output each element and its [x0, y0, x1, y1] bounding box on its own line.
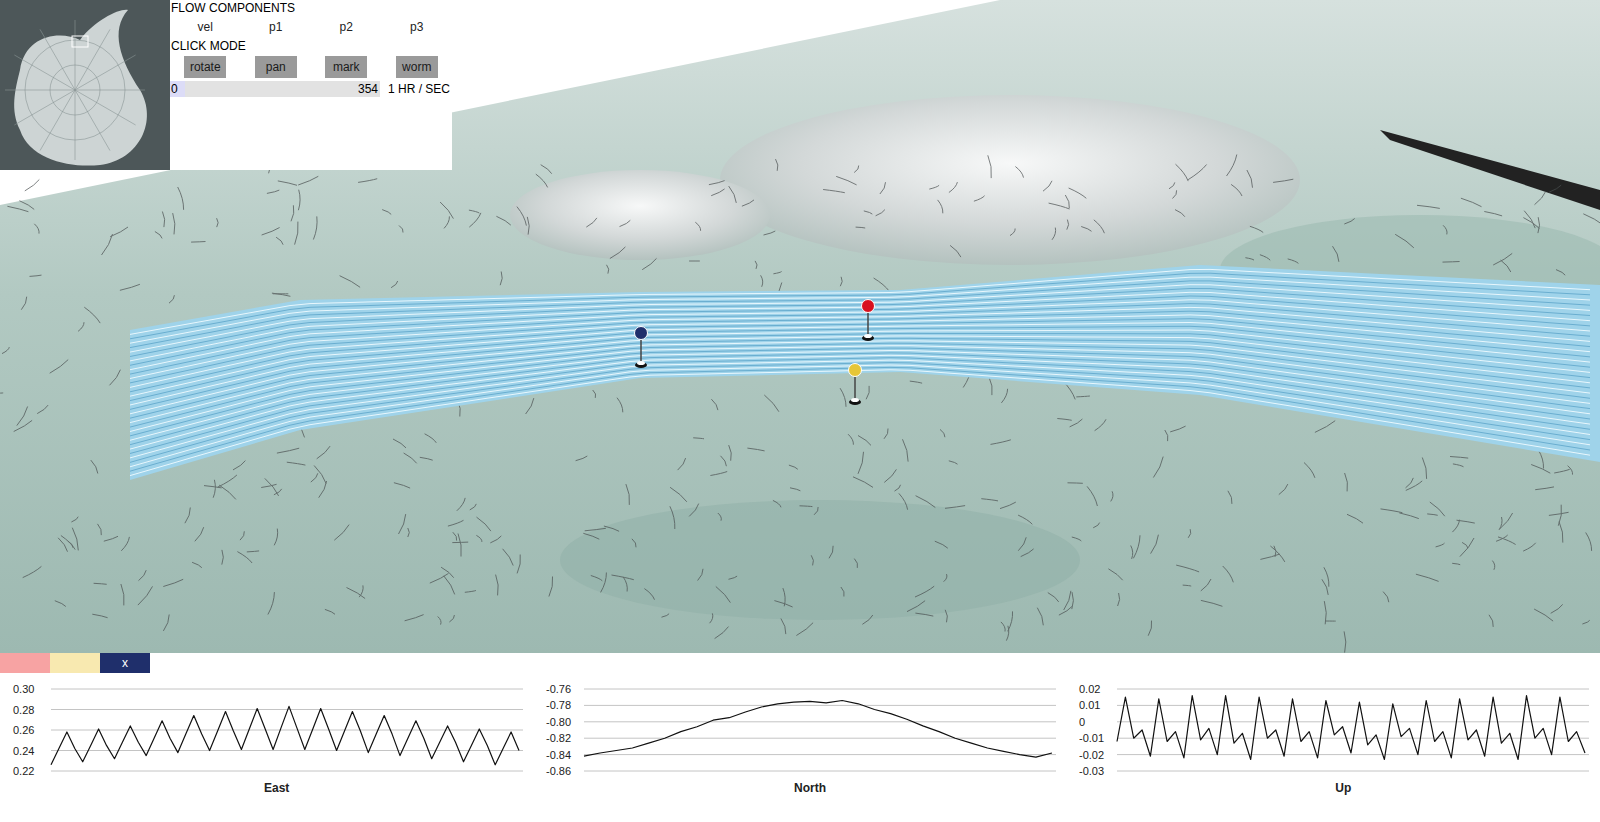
tick-label: 0.26	[13, 724, 34, 736]
marker-tab[interactable]	[0, 653, 50, 673]
chart: 0.02 0.01 0 -0.01 -0.02 -0.03 Up	[1077, 681, 1590, 797]
marker-tab[interactable]	[50, 653, 100, 673]
tick-label: 0.22	[13, 765, 34, 777]
tick-label: 0.24	[13, 745, 34, 757]
series-line	[1117, 696, 1585, 760]
charts: 0.300.280.260.240.22East-0.76-0.78-0.80-…	[0, 673, 1600, 797]
marker-tab[interactable]: x	[100, 653, 150, 673]
line-chart: -0.76 -0.78 -0.80 -0.82 -0.84 -0.86	[544, 681, 1056, 777]
time-slider-row: 0 354 1 HR / SEC	[170, 81, 452, 97]
map-pin-icon[interactable]	[860, 298, 876, 344]
flow-component[interactable]: p2	[311, 19, 382, 35]
map-view[interactable]: FLOW COMPONENTS velp1p2p3 CLICK MODE rotate…	[0, 0, 1600, 653]
tick-label: -0.82	[546, 732, 571, 744]
flow-components: velp1p2p3	[170, 19, 452, 35]
tick-label: 0.30	[13, 683, 34, 695]
chart-title: East	[244, 779, 289, 797]
tick-label: 0.02	[1079, 683, 1100, 695]
flow-component[interactable]: p1	[241, 19, 312, 35]
chart-title: Up	[1315, 779, 1351, 797]
map-pin-icon[interactable]	[633, 325, 649, 371]
tick-label: -0.84	[546, 749, 571, 761]
control-panel: FLOW COMPONENTS velp1p2p3 CLICK MODE rotate…	[170, 0, 452, 170]
click-mode-title: CLICK MODE	[170, 38, 452, 54]
series-line	[584, 701, 1052, 758]
chart: 0.30 0.28 0.26 0.24 0.22 East	[10, 681, 523, 797]
mode-button[interactable]: pan	[255, 56, 297, 78]
chart: -0.76 -0.78 -0.80 -0.82 -0.84 -0.86 North	[543, 681, 1056, 797]
mode-button[interactable]: worm	[396, 56, 438, 78]
tick-label: 0.01	[1079, 699, 1100, 711]
mode-button[interactable]: mark	[325, 56, 367, 78]
time-slider[interactable]: 0 354	[170, 81, 380, 97]
slider-min: 0	[170, 81, 178, 97]
playback-rate[interactable]: 1 HR / SEC	[388, 81, 452, 97]
click-mode-buttons: rotate pan mark worm	[170, 56, 452, 78]
tick-label: -0.86	[546, 765, 571, 777]
mode-button[interactable]: rotate	[184, 56, 226, 78]
series-line	[51, 706, 519, 764]
tick-label: -0.01	[1079, 732, 1104, 744]
chart-title: North	[774, 779, 826, 797]
flow-components-title: FLOW COMPONENTS	[170, 0, 452, 16]
marker-tabs: x	[0, 653, 1600, 673]
map-pin-icon[interactable]	[847, 362, 863, 408]
tick-label: 0	[1079, 716, 1085, 728]
tick-label: -0.76	[546, 683, 571, 695]
flow-component[interactable]: vel	[170, 19, 241, 35]
tick-label: 0.28	[13, 704, 34, 716]
line-chart: 0.30 0.28 0.26 0.24 0.22	[11, 681, 523, 777]
slider-max: 354	[358, 81, 380, 97]
flow-component[interactable]: p3	[382, 19, 453, 35]
tick-label: -0.80	[546, 716, 571, 728]
tick-label: -0.78	[546, 699, 571, 711]
tick-label: -0.02	[1079, 749, 1104, 761]
overlay-panel: FLOW COMPONENTS velp1p2p3 CLICK MODE rotate…	[0, 0, 452, 170]
app: FLOW COMPONENTS velp1p2p3 CLICK MODE rotate…	[0, 0, 1600, 822]
line-chart: 0.02 0.01 0 -0.01 -0.02 -0.03	[1077, 681, 1589, 777]
minimap[interactable]	[0, 0, 170, 170]
tick-label: -0.03	[1079, 765, 1104, 777]
